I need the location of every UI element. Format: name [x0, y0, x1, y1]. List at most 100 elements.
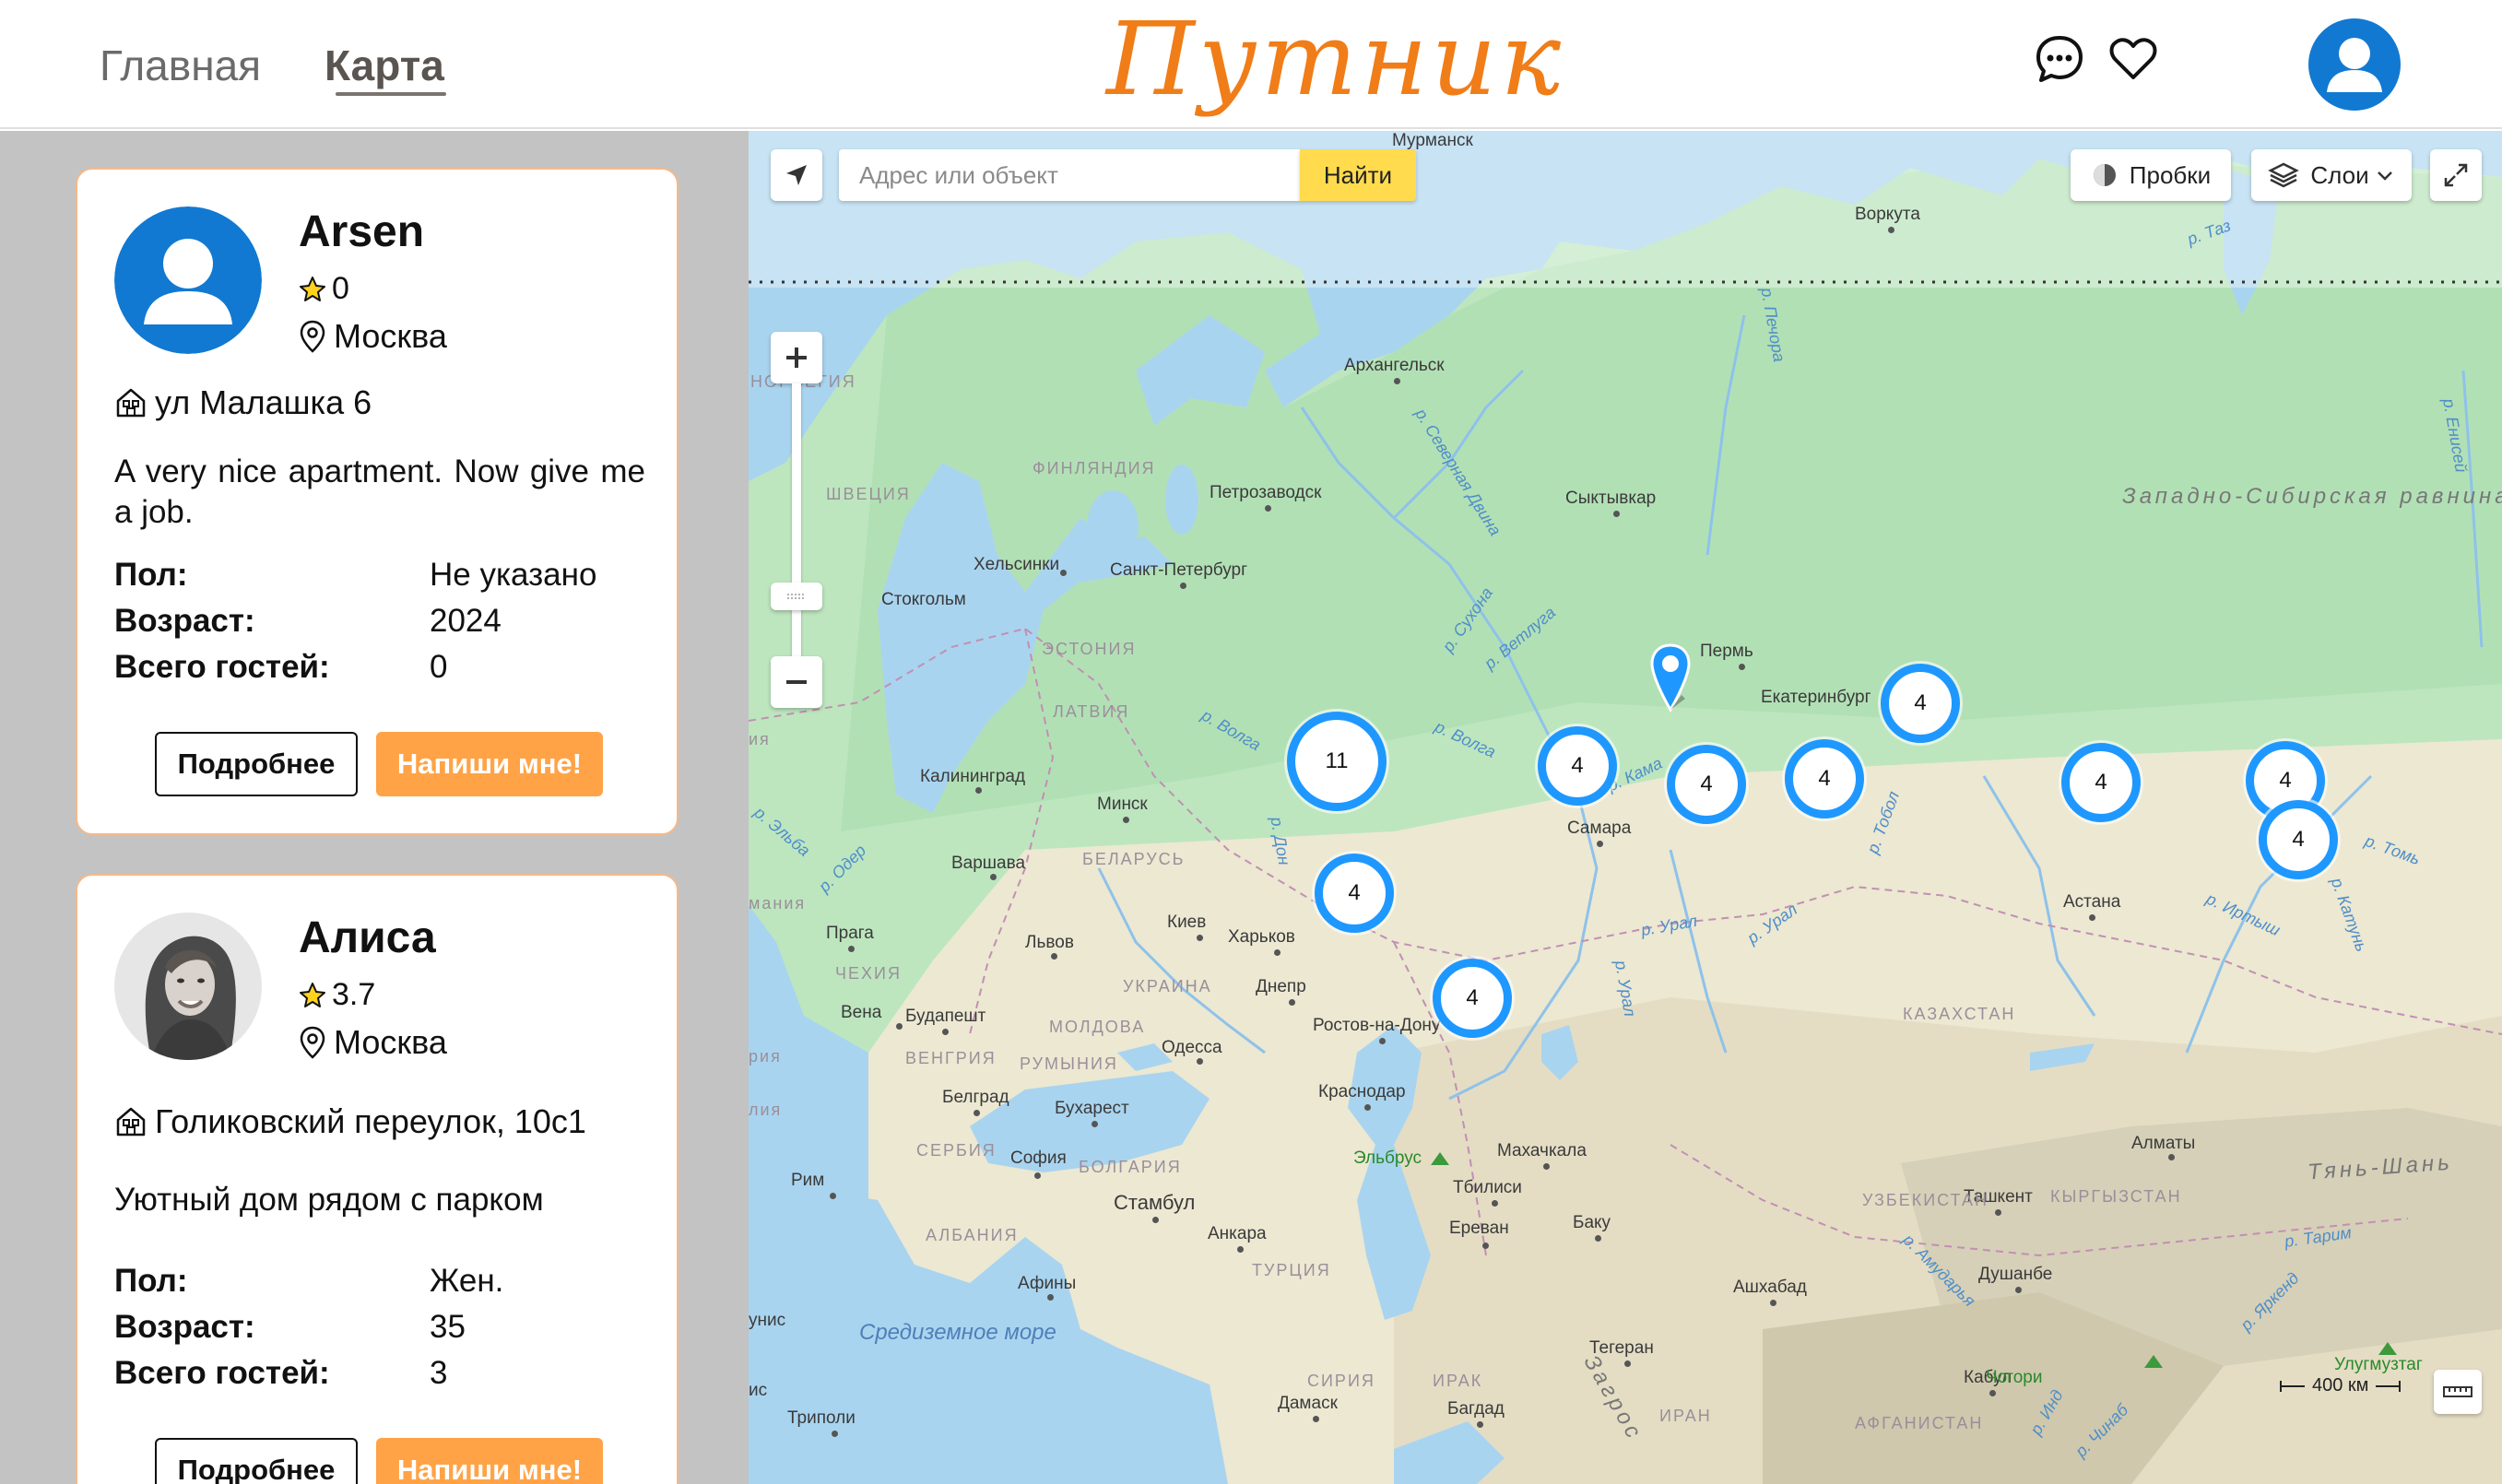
map-placemark-icon[interactable]	[1645, 642, 1696, 719]
map-city-dot	[1597, 841, 1603, 847]
map-city-dot	[1888, 227, 1894, 233]
zoom-slider-track[interactable]	[792, 383, 801, 689]
host-city: Москва	[299, 317, 447, 356]
grip-icon	[787, 594, 806, 599]
map-city-label: Санкт-Петербург	[1110, 560, 1248, 580]
map-cluster-marker[interactable]: 4	[1315, 854, 1394, 933]
map-cluster-marker[interactable]: 4	[2061, 743, 2141, 822]
star-icon	[300, 982, 325, 1007]
header-bar: Главная Карта Путник	[0, 0, 2502, 129]
map-city-dot	[896, 1023, 903, 1030]
map-country-label: рия	[749, 1047, 782, 1066]
map-country-label: ЧЕХИЯ	[835, 964, 902, 983]
map-peak-label: Чогори	[1986, 1368, 2043, 1387]
map-scale: 400 км	[2279, 1375, 2402, 1396]
site-logo[interactable]: Путник	[1106, 0, 1564, 118]
layers-icon	[2268, 162, 2300, 188]
zoom-in-button[interactable]	[771, 332, 822, 383]
map-country-label: УКРАИНА	[1123, 977, 1212, 995]
map-country-label: РУМЫНИЯ	[1020, 1054, 1118, 1073]
map-country-label: БОЛГАРИЯ	[1079, 1158, 1182, 1176]
map-search-button[interactable]: Найти	[1300, 149, 1416, 201]
host-name: Алиса	[299, 913, 436, 962]
plus-icon	[786, 347, 807, 368]
map-city-label: Баку	[1573, 1213, 1611, 1232]
map-city-dot	[1379, 1038, 1386, 1044]
map-cluster-marker[interactable]: 4	[1667, 745, 1746, 824]
map-city-dot	[848, 946, 855, 952]
map-search-input[interactable]	[839, 149, 1300, 201]
gender-label: Пол:	[114, 557, 188, 593]
map-city-label: Сыктывкар	[1565, 489, 1657, 508]
map-city-dot	[1739, 664, 1745, 670]
map-country-label: ЭСТОНИЯ	[1042, 640, 1137, 658]
map-city-dot	[1624, 1360, 1631, 1367]
star-icon	[300, 276, 325, 301]
map-cluster-marker[interactable]: 4	[1433, 959, 1512, 1038]
host-description: A very nice apartment. Now give me a job…	[114, 453, 645, 530]
gender-value: Жен.	[430, 1263, 504, 1299]
map-city-label: Хельсинки	[974, 555, 1060, 574]
map-cluster-marker[interactable]: 4	[1538, 726, 1617, 806]
zoom-slider-handle[interactable]	[771, 583, 822, 610]
map-city-dot	[1092, 1121, 1098, 1127]
chat-icon[interactable]	[2034, 33, 2085, 85]
map-city-label: София	[1010, 1148, 1067, 1168]
map-city-label: Триполи	[787, 1408, 856, 1428]
gender-label: Пол:	[114, 1263, 188, 1299]
map-city-label: Калининград	[920, 767, 1026, 786]
map-city-label: Дамаск	[1278, 1394, 1338, 1413]
age-label: Возраст:	[114, 1309, 255, 1345]
host-rating: 0	[299, 271, 349, 307]
write-me-button[interactable]: Напиши мне!	[376, 732, 603, 796]
ruler-button[interactable]	[2434, 1370, 2482, 1414]
nav-map-link[interactable]: Карта	[325, 41, 444, 90]
gender-value: Не указано	[430, 557, 597, 593]
map-city-dot	[1482, 1243, 1489, 1249]
rating-value: 0	[332, 271, 349, 306]
map-city-dot	[990, 874, 997, 880]
host-card[interactable]: Алиса 3.7 Москва Голиковский переулок, 1…	[76, 874, 679, 1484]
heart-icon[interactable]	[2107, 33, 2159, 85]
host-name: Arsen	[299, 207, 425, 256]
zoom-out-button[interactable]	[771, 656, 822, 708]
map-city-dot	[1051, 953, 1057, 960]
map-city-dot	[1152, 1217, 1159, 1223]
map-cluster-marker[interactable]: 11	[1287, 712, 1387, 811]
map-city-dot	[1613, 511, 1620, 517]
nav-active-underline	[336, 92, 446, 96]
layers-button[interactable]: Слои	[2251, 149, 2412, 201]
details-button[interactable]: Подробнее	[155, 732, 358, 796]
expand-icon	[2444, 163, 2468, 187]
nav-home-link[interactable]: Главная	[100, 41, 261, 90]
map-city-label: Екатеринбург	[1761, 688, 1871, 707]
map-country-label: ФИНЛЯНДИЯ	[1033, 459, 1156, 477]
map-city-dot	[1180, 583, 1186, 589]
map-peak-label: Эльбрус	[1353, 1148, 1422, 1168]
navigation-arrow-icon	[786, 165, 807, 185]
traffic-button[interactable]: Пробки	[2071, 149, 2231, 201]
map-city-label: Афины	[1018, 1274, 1077, 1293]
host-card[interactable]: Arsen 0 Москва ул Малашка 6 A very nice …	[76, 168, 679, 835]
map-city-label: Петрозаводск	[1210, 483, 1322, 502]
map-cluster-marker[interactable]: 4	[1881, 664, 1960, 743]
fullscreen-button[interactable]	[2430, 149, 2482, 201]
map-view[interactable]: Мурманск Воркута Архангельск Петрозаводс…	[749, 131, 2502, 1484]
map-city-dot	[1237, 1246, 1244, 1253]
geolocation-button[interactable]	[771, 149, 822, 201]
user-avatar-icon[interactable]	[2308, 18, 2401, 111]
map-city-dot	[1313, 1416, 1319, 1422]
listing-sidebar[interactable]: Arsen 0 Москва ул Малашка 6 A very nice …	[0, 131, 749, 1484]
map-city-label: Астана	[2063, 892, 2121, 912]
map-city-dot	[1595, 1235, 1601, 1242]
details-button[interactable]: Подробнее	[155, 1438, 358, 1484]
map-country-label: лия	[749, 1101, 783, 1119]
write-me-button[interactable]: Напиши мне!	[376, 1438, 603, 1484]
map-country-label: ИРАН	[1659, 1407, 1712, 1425]
map-city-dot	[1364, 1104, 1371, 1111]
map-cluster-marker[interactable]: 4	[1785, 739, 1864, 819]
map-city-dot	[1394, 378, 1400, 384]
address-label: Голиковский переулок, 10с1	[155, 1102, 586, 1140]
map-country-label: АЛБАНИЯ	[926, 1226, 1019, 1244]
map-cluster-marker[interactable]: 4	[2259, 800, 2338, 879]
